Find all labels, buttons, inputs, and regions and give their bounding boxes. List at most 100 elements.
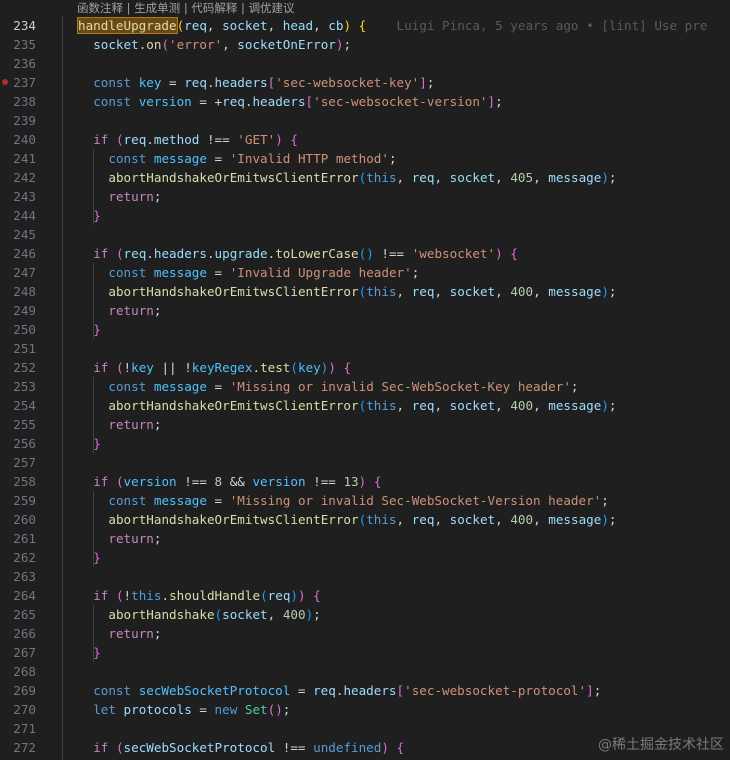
line-number: 242 xyxy=(13,170,36,185)
code-line[interactable]: 253 const message = 'Missing or invalid S… xyxy=(0,377,730,396)
code-token: 400 xyxy=(282,607,306,622)
code-token: headers xyxy=(252,94,306,109)
codelens-action[interactable]: 代码解释 xyxy=(191,1,237,15)
code-line[interactable]: 258 if (version !== 8 && version !== 13) … xyxy=(0,472,730,491)
code-token: ; xyxy=(411,265,420,280)
code-text: abortHandshakeOrEmitwsClientError(this, … xyxy=(108,510,616,529)
code-token: 400 xyxy=(510,284,534,299)
code-token: , xyxy=(434,512,450,527)
code-token: . xyxy=(161,588,170,603)
code-token: ( xyxy=(290,360,298,375)
code-editor[interactable]: 函数注释 | 生成单测 | 代码解释 | 调优建议 234 handleUpgra… xyxy=(0,0,730,760)
code-token: ; xyxy=(153,417,162,432)
code-line[interactable]: 238 const version = +req.headers['sec-web… xyxy=(0,92,730,111)
code-line[interactable]: 236 xyxy=(0,54,730,73)
code-token: = xyxy=(191,702,215,717)
codelens-separator: | xyxy=(237,1,249,15)
code-line[interactable]: 244} xyxy=(0,206,730,225)
code-text: } xyxy=(93,320,101,339)
code-token: this xyxy=(366,284,397,299)
line-number: 255 xyxy=(13,417,36,432)
codelens-action[interactable]: 函数注释 xyxy=(77,1,123,15)
code-token: ) xyxy=(601,512,609,527)
code-line[interactable]: 248 abortHandshakeOrEmitwsClientError(thi… xyxy=(0,282,730,301)
code-text: abortHandshakeOrEmitwsClientError(this, … xyxy=(108,168,616,187)
code-line[interactable]: 237 const key = req.headers['sec-websocke… xyxy=(0,73,730,92)
code-line[interactable]: 247 const message = 'Invalid Upgrade head… xyxy=(0,263,730,282)
codelens-action[interactable]: 生成单测 xyxy=(134,1,180,15)
code-line[interactable]: 249 return; xyxy=(0,301,730,320)
code-line[interactable]: 239 xyxy=(0,111,730,130)
code-token: , xyxy=(495,398,511,413)
code-token: ; xyxy=(608,170,617,185)
code-token: ( xyxy=(115,360,124,375)
code-token: ; xyxy=(313,607,321,622)
code-line[interactable]: 270 let protocols = new Set(); xyxy=(0,700,730,719)
code-token: const xyxy=(93,683,139,698)
code-token: . xyxy=(252,360,261,375)
code-token: req xyxy=(184,75,207,90)
code-token: abortHandshakeOrEmitwsClientError xyxy=(108,284,359,299)
code-text: abortHandshakeOrEmitwsClientError(this, … xyxy=(108,396,616,415)
code-line[interactable]: 265 abortHandshake(socket, 400); xyxy=(0,605,730,624)
code-token: const xyxy=(108,379,154,394)
line-number: 245 xyxy=(13,227,36,242)
code-token: if xyxy=(93,246,116,261)
code-token: let xyxy=(93,702,124,717)
code-token: socket xyxy=(93,37,139,52)
line-number: 266 xyxy=(13,626,36,641)
code-token: } xyxy=(93,550,101,565)
code-text: return; xyxy=(108,187,161,206)
code-line[interactable]: 245 xyxy=(0,225,730,244)
code-token: ( xyxy=(161,37,170,52)
code-token: const xyxy=(108,151,154,166)
code-line[interactable]: 251 xyxy=(0,339,730,358)
code-token: upgrade xyxy=(214,246,268,261)
code-token: key xyxy=(138,75,162,90)
code-line[interactable]: 268 xyxy=(0,662,730,681)
codelens-action[interactable]: 调优建议 xyxy=(249,1,295,15)
code-line[interactable]: 254 abortHandshakeOrEmitwsClientError(thi… xyxy=(0,396,730,415)
code-text: return; xyxy=(108,415,161,434)
code-line[interactable]: 250} xyxy=(0,320,730,339)
code-line[interactable]: 252 if (!key || !keyRegex.test(key)) { xyxy=(0,358,730,377)
code-line[interactable]: 262} xyxy=(0,548,730,567)
code-token: message xyxy=(548,512,602,527)
code-line[interactable]: 240 if (req.method !== 'GET') { xyxy=(0,130,730,149)
code-token: undefined xyxy=(313,740,382,755)
code-token: ; xyxy=(608,284,617,299)
code-token: ( xyxy=(115,740,124,755)
code-line[interactable]: 235 socket.on('error', socketOnError); xyxy=(0,35,730,54)
code-token: new xyxy=(214,702,245,717)
code-token: return xyxy=(108,531,154,546)
code-token: 'Missing or invalid Sec-WebSocket-Versio… xyxy=(229,493,602,508)
code-line[interactable]: 246 if (req.headers.upgrade.toLowerCase()… xyxy=(0,244,730,263)
code-line[interactable]: 256} xyxy=(0,434,730,453)
code-token: ) xyxy=(601,284,609,299)
code-line[interactable]: 266 return; xyxy=(0,624,730,643)
code-token: = xyxy=(206,265,230,280)
code-line[interactable]: 259 const message = 'Missing or invalid S… xyxy=(0,491,730,510)
code-line[interactable]: 264 if (!this.shouldHandle(req)) { xyxy=(0,586,730,605)
code-line[interactable]: 255 return; xyxy=(0,415,730,434)
code-token: , xyxy=(533,398,549,413)
code-line[interactable]: 263 xyxy=(0,567,730,586)
code-token: , xyxy=(533,284,549,299)
line-number: 268 xyxy=(13,664,36,679)
code-line[interactable]: 257 xyxy=(0,453,730,472)
code-line[interactable]: 243 return; xyxy=(0,187,730,206)
code-text: const message = 'Invalid HTTP method'; xyxy=(108,149,396,168)
code-line[interactable]: 260 abortHandshakeOrEmitwsClientError(thi… xyxy=(0,510,730,529)
breakpoint-dot-icon[interactable] xyxy=(2,79,8,85)
code-line[interactable]: 261 return; xyxy=(0,529,730,548)
code-token: !== xyxy=(176,474,215,489)
code-line[interactable]: 234 handleUpgrade(req, socket, head, cb) … xyxy=(0,16,730,35)
code-line[interactable]: 242 abortHandshakeOrEmitwsClientError(thi… xyxy=(0,168,730,187)
code-text: } xyxy=(93,434,101,453)
code-line[interactable]: 269 const secWebSocketProtocol = req.head… xyxy=(0,681,730,700)
code-token: !== xyxy=(275,740,314,755)
code-line[interactable]: 267} xyxy=(0,643,730,662)
code-line[interactable]: 241 const message = 'Invalid HTTP method'… xyxy=(0,149,730,168)
code-text: return; xyxy=(108,529,161,548)
line-number: 252 xyxy=(13,360,36,375)
